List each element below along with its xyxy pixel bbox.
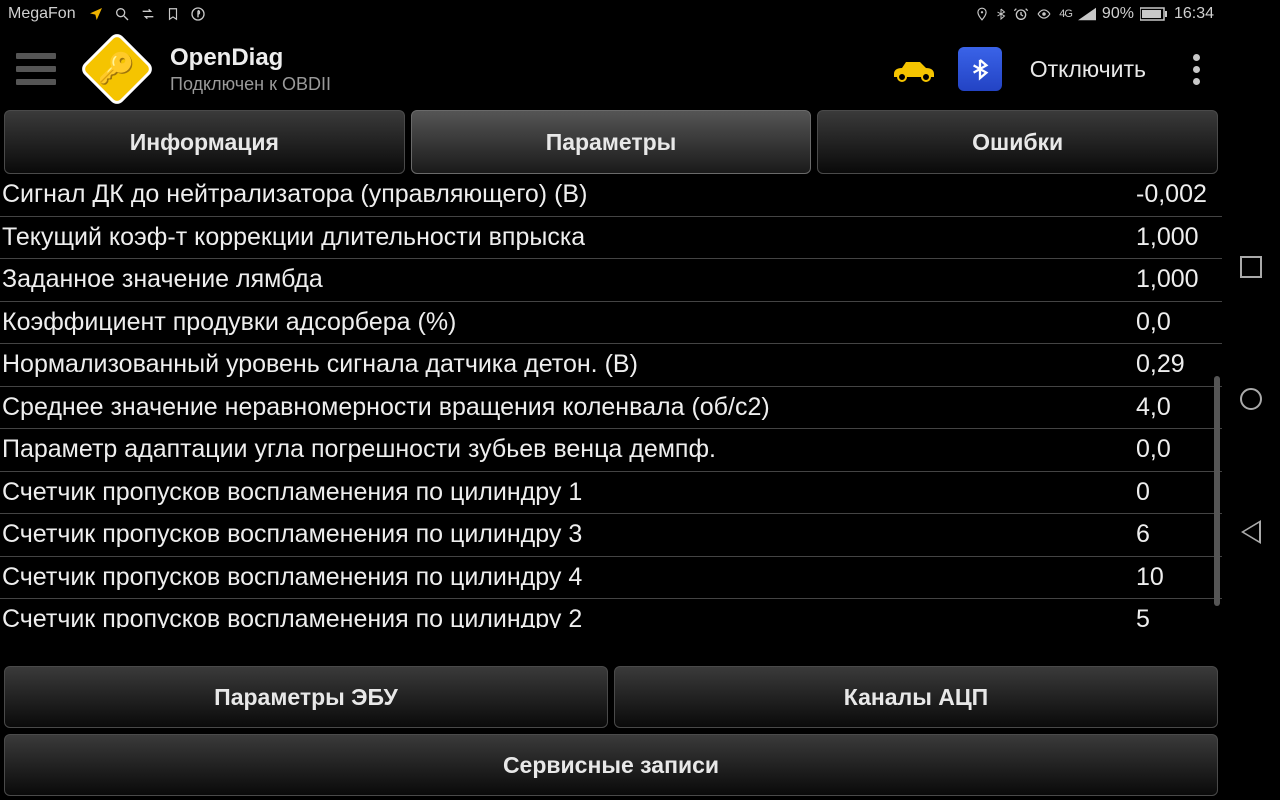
param-label: Счетчик пропусков воспламенения по цилин…: [2, 601, 582, 628]
menu-button[interactable]: [8, 41, 64, 97]
tab-info[interactable]: Информация: [4, 110, 405, 174]
param-value: 1,000: [1124, 219, 1214, 257]
param-label: Счетчик пропусков воспламенения по цилин…: [2, 559, 582, 597]
top-tabs: Информация Параметры Ошибки: [0, 110, 1222, 174]
car-icon[interactable]: [888, 54, 940, 84]
param-value: 4,0: [1124, 389, 1214, 427]
disconnect-button[interactable]: Отключить: [1020, 56, 1156, 83]
param-label: Текущий коэф-т коррекции длительности вп…: [2, 219, 585, 257]
param-value: 0: [1124, 474, 1214, 512]
nav-arrow-icon: [88, 6, 104, 22]
signal-icon: [1078, 7, 1096, 21]
param-label: Среднее значение неравномерности вращени…: [2, 389, 770, 427]
param-value: 5: [1124, 601, 1214, 628]
eye-icon: [1035, 7, 1053, 21]
status-carrier: MegaFon: [8, 5, 76, 23]
status-battery-pct: 90%: [1102, 5, 1134, 23]
system-nav-bar: [1222, 0, 1280, 800]
param-value: 6: [1124, 516, 1214, 554]
param-row[interactable]: Счетчик пропусков воспламенения по цилин…: [0, 557, 1222, 600]
param-label: Счетчик пропусков воспламенения по цилин…: [2, 516, 582, 554]
bookmark-icon: [166, 6, 180, 22]
search-icon: [114, 6, 130, 22]
app-bar: 🔑 OpenDiag Подключен к OBDII Отключить: [0, 28, 1222, 110]
param-row[interactable]: Нормализованный уровень сигнала датчика …: [0, 344, 1222, 387]
param-label: Сигнал ДК до нейтрализатора (управляющег…: [2, 176, 587, 214]
param-label: Параметр адаптации угла погрешности зубь…: [2, 431, 716, 469]
app-subtitle: Подключен к OBDII: [170, 74, 870, 95]
loop-icon: [140, 6, 156, 22]
bluetooth-status-icon: [995, 5, 1007, 23]
param-row[interactable]: Среднее значение неравномерности вращени…: [0, 387, 1222, 430]
param-value: 1,000: [1124, 261, 1214, 299]
param-value: 0,29: [1124, 346, 1214, 384]
network-icon: 4G: [1059, 8, 1072, 20]
app-logo-icon: 🔑: [82, 34, 152, 104]
param-value: 0,0: [1124, 431, 1214, 469]
overflow-menu-button[interactable]: [1182, 47, 1210, 91]
param-value: -0,002: [1124, 176, 1214, 214]
status-bar: MegaFon: [0, 0, 1222, 28]
adc-channels-button[interactable]: Каналы АЦП: [614, 666, 1218, 728]
pinterest-icon: [190, 6, 206, 22]
tab-params[interactable]: Параметры: [411, 110, 812, 174]
nav-recent-button[interactable]: [1240, 256, 1262, 278]
param-row[interactable]: Счетчик пропусков воспламенения по цилин…: [0, 599, 1222, 628]
location-icon: [975, 6, 989, 22]
param-row[interactable]: Параметр адаптации угла погрешности зубь…: [0, 429, 1222, 472]
status-time: 16:34: [1174, 5, 1214, 23]
bluetooth-icon[interactable]: [958, 47, 1002, 91]
battery-icon: [1140, 7, 1168, 21]
param-label: Коэффициент продувки адсорбера (%): [2, 304, 456, 342]
param-row[interactable]: Счетчик пропусков воспламенения по цилин…: [0, 514, 1222, 557]
alarm-icon: [1013, 6, 1029, 22]
parameters-list[interactable]: Сигнал ДК до нейтрализатора (управляющег…: [0, 174, 1222, 628]
param-label: Нормализованный уровень сигнала датчика …: [2, 346, 638, 384]
param-label: Заданное значение лямбда: [2, 261, 323, 299]
ecu-params-button[interactable]: Параметры ЭБУ: [4, 666, 608, 728]
nav-home-button[interactable]: [1240, 388, 1262, 410]
service-records-button[interactable]: Сервисные записи: [4, 734, 1218, 796]
param-row[interactable]: Сигнал ДК до нейтрализатора (управляющег…: [0, 174, 1222, 217]
param-row[interactable]: Коэффициент продувки адсорбера (%) 0,0: [0, 302, 1222, 345]
param-row[interactable]: Заданное значение лямбда 1,000: [0, 259, 1222, 302]
param-value: 0,0: [1124, 304, 1214, 342]
bottom-buttons: Параметры ЭБУ Каналы АЦП Сервисные запис…: [0, 662, 1222, 800]
param-label: Счетчик пропусков воспламенения по цилин…: [2, 474, 582, 512]
nav-back-button[interactable]: [1241, 520, 1261, 544]
scrollbar-indicator[interactable]: [1214, 376, 1220, 606]
tab-errors[interactable]: Ошибки: [817, 110, 1218, 174]
param-row[interactable]: Счетчик пропусков воспламенения по цилин…: [0, 472, 1222, 515]
param-value: 10: [1124, 559, 1214, 597]
param-row[interactable]: Текущий коэф-т коррекции длительности вп…: [0, 217, 1222, 260]
app-title: OpenDiag: [170, 44, 870, 72]
